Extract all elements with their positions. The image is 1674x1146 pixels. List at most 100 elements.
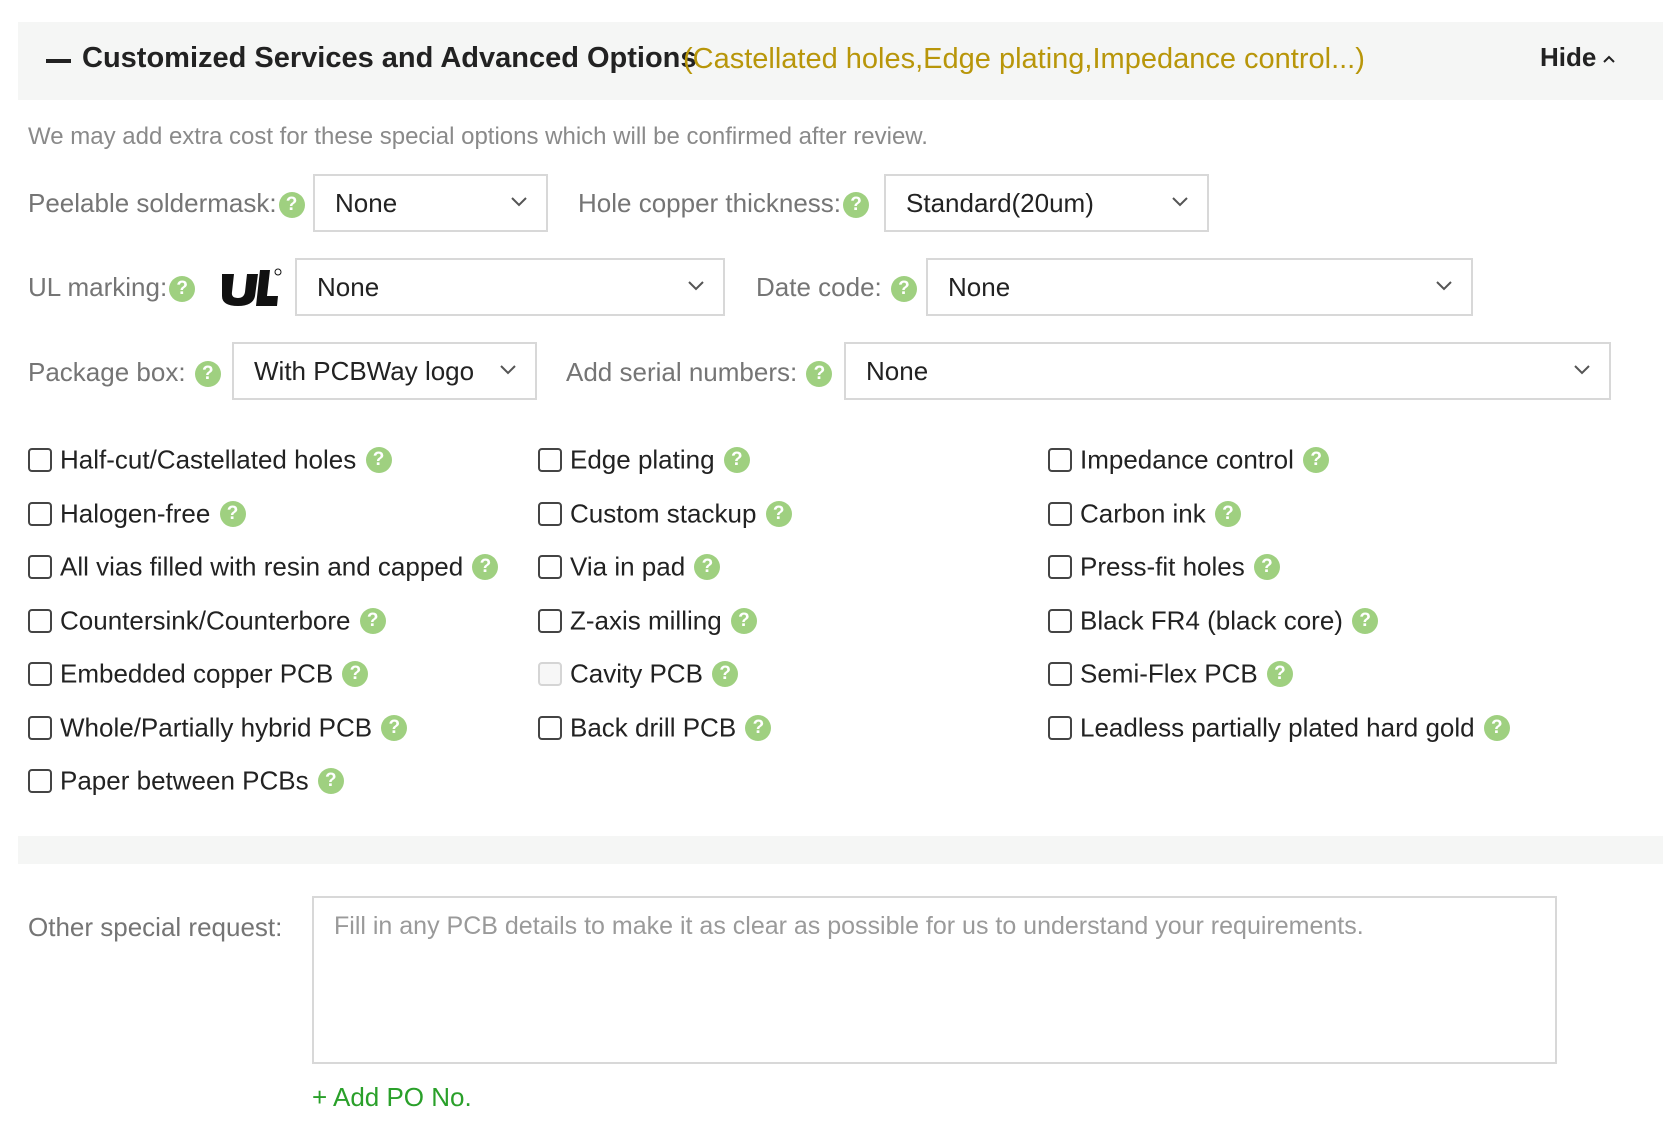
help-icon[interactable]: ? [765, 501, 792, 528]
chevron-down-icon [511, 197, 527, 207]
help-icon[interactable]: ? [1483, 715, 1510, 742]
checkbox[interactable] [538, 716, 562, 741]
checkbox-item[interactable]: Via in pad ? [538, 550, 721, 583]
checkbox[interactable] [1048, 609, 1072, 634]
checkbox[interactable] [538, 448, 562, 473]
package-box-select[interactable]: With PCBWay logo [232, 342, 537, 400]
package-box-label: Package box: ? [28, 357, 221, 388]
checkbox[interactable] [1048, 502, 1072, 527]
checkbox-item[interactable]: Custom stackup ? [538, 497, 792, 530]
help-icon[interactable]: ? [472, 554, 499, 581]
help-icon[interactable]: ? [1303, 447, 1330, 474]
checkbox-label: Embedded copper PCB [60, 658, 334, 689]
help-icon[interactable]: ? [730, 608, 757, 635]
checkbox[interactable] [1048, 716, 1072, 741]
help-icon[interactable]: ? [1352, 608, 1379, 635]
help-icon[interactable]: ? [278, 192, 305, 219]
minus-icon[interactable] [46, 59, 71, 63]
serial-numbers-select[interactable]: None [844, 342, 1611, 400]
checkbox-label: Edge plating [570, 444, 715, 475]
serial-numbers-label: Add serial numbers: ? [566, 357, 833, 388]
checkbox [538, 662, 562, 687]
checkbox-item[interactable]: Whole/Partially hybrid PCB ? [28, 711, 408, 744]
date-code-select[interactable]: None [926, 258, 1473, 316]
checkbox-label: Black FR4 (black core) [1080, 605, 1343, 636]
checkbox-item[interactable]: Countersink/Counterbore ? [28, 604, 386, 637]
checkbox[interactable] [1048, 555, 1072, 580]
checkbox-label: Halogen-free [60, 498, 211, 529]
checkbox-item[interactable]: Halogen-free ? [28, 497, 246, 530]
checkbox-item[interactable]: Paper between PCBs ? [28, 764, 344, 797]
checkbox-item[interactable]: Black FR4 (black core) ? [1048, 604, 1379, 637]
checkbox-item[interactable]: Edge plating ? [538, 443, 750, 476]
chevron-up-icon [1603, 55, 1616, 63]
help-icon[interactable]: ? [745, 715, 772, 742]
checkbox-item[interactable]: Half-cut/Castellated holes ? [28, 443, 392, 476]
hide-button[interactable]: Hide [1540, 42, 1616, 73]
ul-marking-label: UL marking:? [28, 272, 196, 303]
other-request-label: Other special request: [28, 912, 283, 942]
chevron-down-icon [1172, 197, 1188, 207]
checkbox-item[interactable]: Press-fit holes ? [1048, 550, 1280, 583]
help-icon[interactable]: ? [194, 361, 221, 388]
help-icon[interactable]: ? [365, 447, 392, 474]
checkbox-label: Cavity PCB [570, 658, 703, 689]
section-header: Customized Services and Advanced Options… [18, 22, 1663, 100]
add-po-link[interactable]: + Add PO No. [312, 1082, 472, 1113]
help-icon[interactable]: ? [694, 554, 721, 581]
checkbox-item[interactable]: Carbon ink ? [1048, 497, 1241, 530]
ul-marking-select[interactable]: None [295, 258, 725, 316]
extra-cost-note: We may add extra cost for these special … [28, 123, 928, 150]
help-icon[interactable]: ? [359, 608, 386, 635]
checkbox-item[interactable]: Cavity PCB ? [538, 657, 739, 690]
help-icon[interactable]: ? [723, 447, 750, 474]
help-icon[interactable]: ? [843, 192, 870, 219]
ul-logo-icon [222, 268, 282, 306]
checkbox-item[interactable]: Impedance control ? [1048, 443, 1330, 476]
help-icon[interactable]: ? [342, 661, 369, 688]
checkbox[interactable] [538, 555, 562, 580]
checkbox-label: Whole/Partially hybrid PCB [60, 712, 373, 743]
help-icon[interactable]: ? [169, 276, 196, 303]
help-icon[interactable]: ? [1266, 661, 1293, 688]
checkbox-label: Press-fit holes [1080, 551, 1245, 582]
checkbox[interactable] [28, 502, 52, 527]
checkbox[interactable] [28, 448, 52, 473]
date-code-label: Date code: ? [756, 272, 917, 303]
checkbox[interactable] [1048, 448, 1072, 473]
checkbox[interactable] [28, 662, 52, 687]
checkbox-label: Impedance control [1080, 444, 1294, 475]
checkbox[interactable] [1048, 662, 1072, 687]
help-icon[interactable]: ? [317, 768, 344, 795]
help-icon[interactable]: ? [890, 276, 917, 303]
help-icon[interactable]: ? [712, 661, 739, 688]
checkbox-item[interactable]: Semi-Flex PCB ? [1048, 657, 1293, 690]
checkbox-item[interactable]: Back drill PCB ? [538, 711, 772, 744]
checkbox[interactable] [28, 609, 52, 634]
hole-copper-thickness-select[interactable]: Standard(20um) [884, 174, 1209, 232]
checkbox[interactable] [28, 769, 52, 794]
help-icon[interactable]: ? [219, 501, 246, 528]
checkbox-label: All vias filled with resin and capped [60, 551, 464, 582]
peelable-soldermask-select[interactable]: None [313, 174, 548, 232]
checkbox[interactable] [538, 502, 562, 527]
checkbox-item[interactable]: Leadless partially plated hard gold ? [1048, 711, 1510, 744]
checkbox-label: Carbon ink [1080, 498, 1206, 529]
chevron-down-icon [688, 281, 704, 291]
checkbox-label: Z-axis milling [570, 605, 722, 636]
checkbox-label: Leadless partially plated hard gold [1080, 712, 1475, 743]
help-icon[interactable]: ? [806, 361, 833, 388]
checkbox-item[interactable]: Embedded copper PCB ? [28, 657, 369, 690]
checkbox-label: Paper between PCBs [60, 765, 309, 796]
help-icon[interactable]: ? [381, 715, 408, 742]
checkbox[interactable] [28, 555, 52, 580]
checkbox-item[interactable]: Z-axis milling ? [538, 604, 757, 637]
help-icon[interactable]: ? [1214, 501, 1241, 528]
section-subtitle: (Castellated holes,Edge plating,Impedanc… [683, 43, 1365, 75]
checkbox[interactable] [28, 716, 52, 741]
checkbox-item[interactable]: All vias filled with resin and capped ? [28, 550, 499, 583]
checkbox-label: Countersink/Counterbore [60, 605, 351, 636]
help-icon[interactable]: ? [1253, 554, 1280, 581]
checkbox[interactable] [538, 609, 562, 634]
other-request-textarea[interactable] [312, 896, 1557, 1064]
